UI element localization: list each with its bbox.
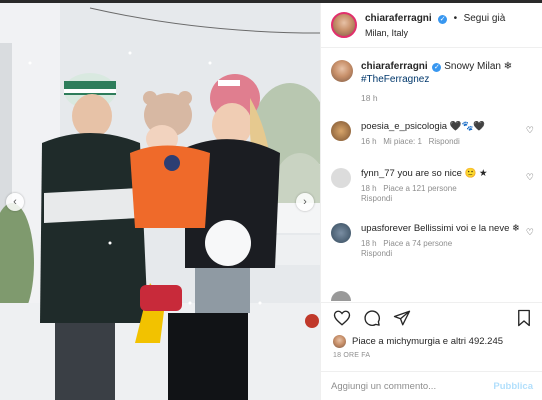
comment-time: 16 h: [361, 137, 377, 146]
comment-item: upasforever Bellissimi voi e la neve ❄ 1…: [331, 223, 536, 259]
post-timestamp: 18 ORE FA: [333, 352, 371, 359]
liker-avatar: [333, 335, 346, 348]
heart-icon[interactable]: [333, 309, 351, 327]
caption-text: Snowy Milan ❄: [444, 61, 513, 72]
reply-button[interactable]: Rispondi: [429, 137, 460, 146]
comment-text: Bellissimi voi e la neve ❄: [413, 223, 520, 234]
comment-item: poesia_e_psicologia 🖤🐾🖤 16 h Mi piace: 1…: [331, 121, 536, 147]
bookmark-icon[interactable]: [515, 309, 533, 327]
likes-text[interactable]: Piace a michymurgia e altri 492.245: [352, 336, 503, 347]
comment-item-partial: [331, 291, 531, 301]
heart-icon[interactable]: ♡: [526, 227, 534, 238]
comment-input[interactable]: [331, 381, 481, 392]
comment-time: 18 h: [361, 184, 377, 193]
header-username[interactable]: chiaraferragni: [365, 13, 432, 24]
post-photo[interactable]: ‹ ›: [0, 3, 320, 400]
caption-time: 18 h: [361, 93, 378, 103]
comment-text: you are so nice 🙂 ★: [397, 168, 488, 179]
heart-icon[interactable]: ♡: [526, 125, 534, 136]
caption: chiaraferragni ✓ Snowy Milan ❄ #TheFerra…: [331, 60, 536, 105]
add-comment-bar: Pubblica: [321, 371, 542, 400]
verified-icon: ✓: [432, 63, 442, 72]
reply-button[interactable]: Rispondi: [361, 194, 392, 203]
comment-avatar[interactable]: [331, 121, 351, 141]
caption-avatar[interactable]: [331, 60, 353, 82]
actions-bar: Piace a michymurgia e altri 492.245 18 O…: [321, 302, 542, 400]
comment-avatar[interactable]: [331, 223, 351, 243]
comment-username[interactable]: fynn_77: [361, 168, 395, 179]
heart-icon[interactable]: ♡: [526, 172, 534, 183]
comment-likes[interactable]: Mi piace: 1: [383, 137, 422, 146]
post-header: chiaraferragni ✓ • Segui già Milan, Ital…: [321, 3, 542, 48]
comment-avatar[interactable]: [331, 291, 351, 301]
comment-icon[interactable]: [363, 309, 381, 327]
comment-avatar[interactable]: [331, 168, 351, 188]
prev-arrow-icon[interactable]: ‹: [6, 193, 24, 211]
verified-icon: ✓: [438, 15, 448, 24]
caption-username[interactable]: chiaraferragni: [361, 61, 428, 72]
likes-summary[interactable]: Piace a michymurgia e altri 492.245: [333, 335, 503, 348]
avatar[interactable]: [331, 12, 357, 38]
comment-username[interactable]: upasforever: [361, 223, 411, 234]
follow-button[interactable]: Segui già: [464, 13, 506, 24]
hashtag-link[interactable]: #TheFerragnez: [361, 73, 512, 86]
comment-username[interactable]: poesia_e_psicologia: [361, 121, 447, 132]
post-panel: chiaraferragni ✓ • Segui già Milan, Ital…: [320, 3, 542, 400]
publish-button[interactable]: Pubblica: [493, 381, 533, 392]
separator-dot: •: [453, 13, 458, 24]
share-icon[interactable]: [393, 309, 411, 327]
comment-likes[interactable]: Piace a 121 persone: [383, 184, 456, 193]
comment-time: 18 h: [361, 239, 377, 248]
next-arrow-icon[interactable]: ›: [296, 193, 314, 211]
comment-likes[interactable]: Piace a 74 persone: [383, 239, 452, 248]
location-link[interactable]: Milan, Italy: [365, 26, 505, 40]
reply-button[interactable]: Rispondi: [361, 249, 392, 258]
comment-item: fynn_77 you are so nice 🙂 ★ 18 h Piace a…: [331, 168, 536, 204]
comment-text: 🖤🐾🖤: [449, 121, 486, 132]
